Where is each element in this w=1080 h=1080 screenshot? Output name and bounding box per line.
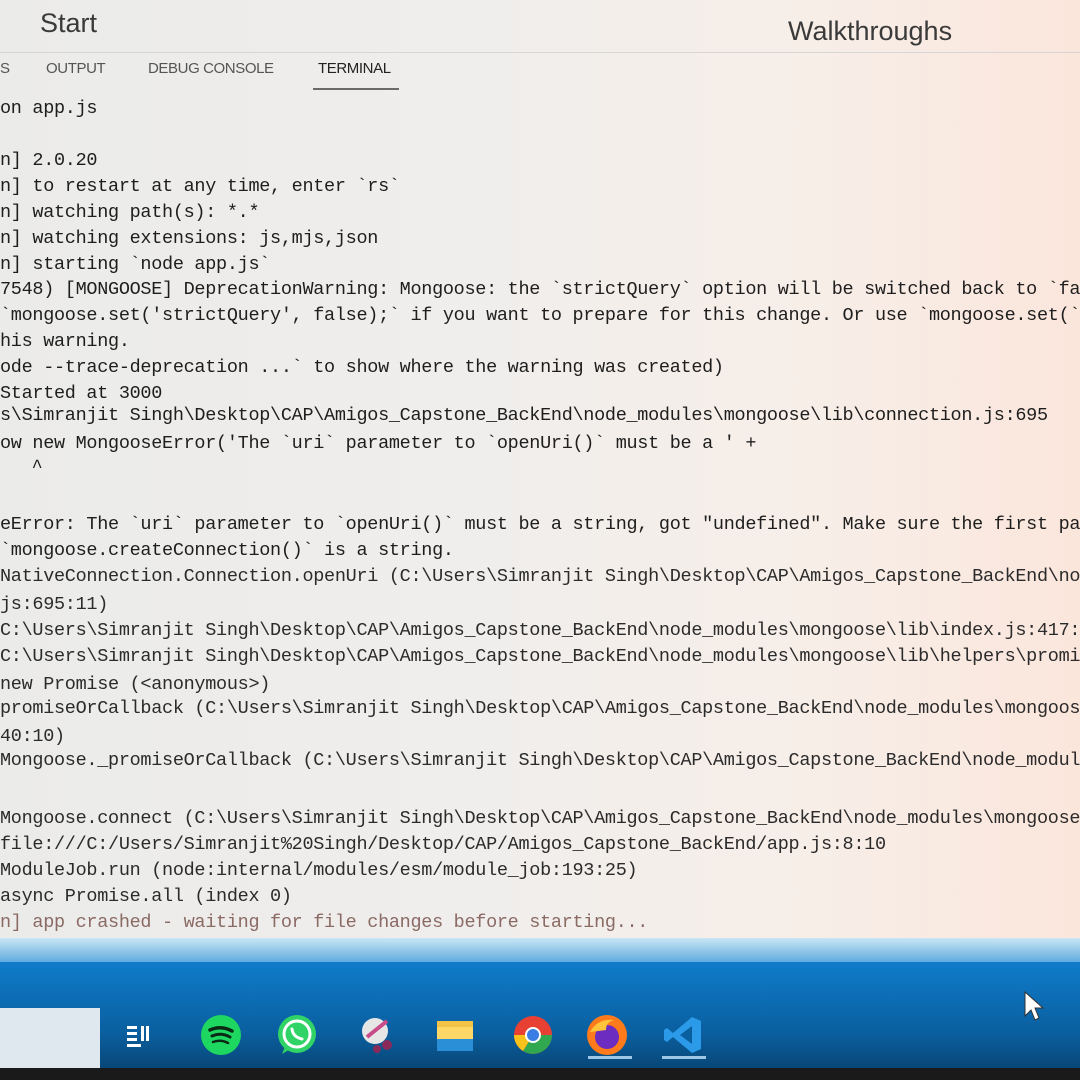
terminal-line: C:\Users\Simranjit Singh\Desktop\CAP\Ami…: [0, 646, 1080, 667]
file-explorer-icon[interactable]: [432, 1012, 478, 1058]
tab-walkthroughs[interactable]: Walkthroughs: [788, 16, 952, 47]
whatsapp-icon[interactable]: [274, 1012, 320, 1058]
terminal-line: his warning.: [0, 331, 130, 352]
terminal-line: Mongoose.connect (C:\Users\Simranjit Sin…: [0, 808, 1080, 829]
terminal-line: eError: The `uri` parameter to `openUri(…: [0, 514, 1080, 535]
terminal-line: file:///C:/Users/Simranjit%20Singh/Deskt…: [0, 834, 886, 855]
tab-debug-console[interactable]: DEBUG CONSOLE: [148, 60, 274, 77]
monitor-bezel: [0, 1068, 1080, 1080]
terminal-line: `mongoose.createConnection()` is a strin…: [0, 540, 454, 561]
terminal-line: Started at 3000: [0, 383, 163, 404]
terminal-line: new Promise (<anonymous>): [0, 674, 271, 695]
terminal-line: 7548) [MONGOOSE] DeprecationWarning: Mon…: [0, 279, 1080, 300]
terminal-line: promiseOrCallback (C:\Users\Simranjit Si…: [0, 698, 1080, 719]
tab-problems[interactable]: S: [0, 60, 10, 77]
terminal-line: NativeConnection.Connection.openUri (C:\…: [0, 566, 1080, 587]
spotify-icon[interactable]: [198, 1012, 244, 1058]
terminal-line: ode --trace-deprecation ...` to show whe…: [0, 357, 724, 378]
terminal-line: `mongoose.set('strictQuery', false);` if…: [0, 305, 1080, 326]
terminal-line: n] watching path(s): *.*: [0, 202, 260, 223]
terminal-line: C:\Users\Simranjit Singh\Desktop\CAP\Ami…: [0, 620, 1080, 641]
terminal-line: js:695:11): [0, 594, 109, 615]
terminal-line-crashed: n] app crashed - waiting for file change…: [0, 912, 649, 933]
firefox-icon[interactable]: [584, 1012, 630, 1058]
chrome-icon[interactable]: [510, 1012, 556, 1058]
screen-glow: [0, 938, 1080, 964]
task-view-icon[interactable]: [116, 1012, 162, 1058]
editor-divider: [0, 52, 1080, 53]
terminal-line: n] to restart at any time, enter `rs`: [0, 176, 400, 197]
terminal-line: n] starting `node app.js`: [0, 254, 271, 275]
terminal-line: async Promise.all (index 0): [0, 886, 292, 907]
terminal-line: ow new MongooseError('The `uri` paramete…: [0, 433, 757, 454]
terminal-line: on app.js: [0, 98, 98, 119]
terminal-line: ^: [10, 457, 43, 478]
snipping-tool-icon[interactable]: [356, 1012, 402, 1058]
active-tab-indicator: [313, 88, 399, 90]
tab-output[interactable]: OUTPUT: [46, 60, 106, 77]
terminal-line: s\Simranjit Singh\Desktop\CAP\Amigos_Cap…: [0, 405, 1048, 426]
terminal-line: n] watching extensions: js,mjs,json: [0, 228, 379, 249]
vscode-window: Start Walkthroughs S OUTPUT DEBUG CONSOL…: [0, 0, 1080, 950]
tab-start[interactable]: Start: [40, 8, 97, 39]
vscode-running-indicator: [662, 1056, 706, 1059]
firefox-running-indicator: [588, 1056, 632, 1059]
tab-terminal[interactable]: TERMINAL: [318, 60, 391, 77]
terminal-line: ModuleJob.run (node:internal/modules/esm…: [0, 860, 638, 881]
mouse-cursor-icon: [1023, 990, 1045, 1027]
terminal-line: 40:10): [0, 726, 65, 747]
terminal-line: Mongoose._promiseOrCallback (C:\Users\Si…: [0, 750, 1080, 771]
terminal-line: n] 2.0.20: [0, 150, 98, 171]
vscode-icon[interactable]: [660, 1012, 706, 1058]
